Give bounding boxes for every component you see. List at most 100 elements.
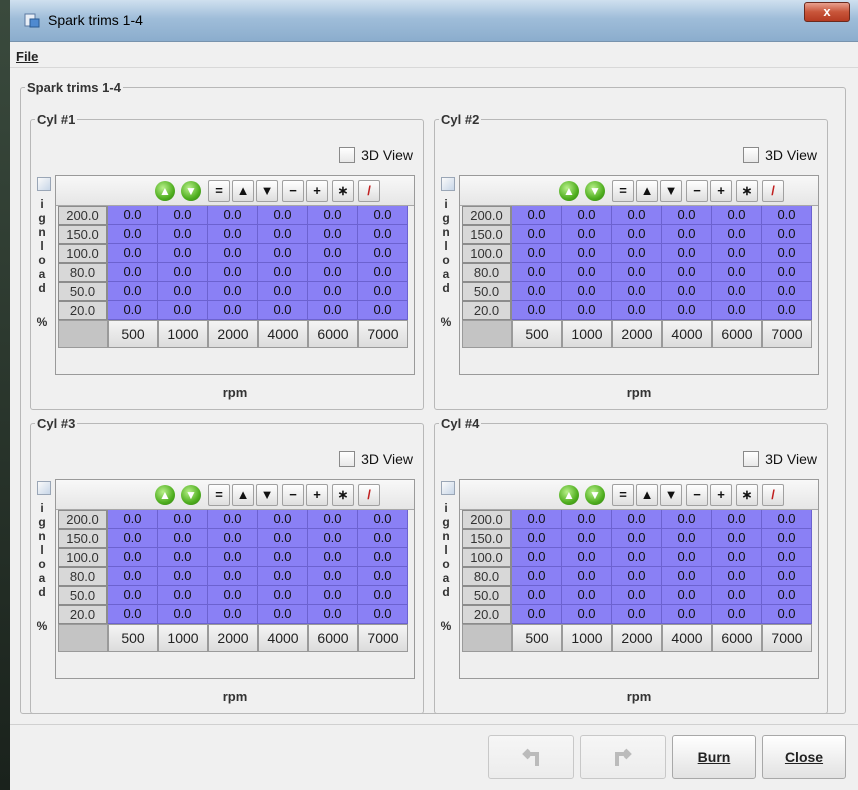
- table-cell[interactable]: 0.0: [762, 529, 812, 548]
- table-cell[interactable]: 0.0: [562, 301, 612, 320]
- table-cell[interactable]: 0.0: [158, 244, 208, 263]
- x-bin-label[interactable]: 6000: [712, 624, 762, 652]
- plus-icon[interactable]: +: [710, 180, 732, 202]
- table-cell[interactable]: 0.0: [562, 263, 612, 282]
- table-cell[interactable]: 0.0: [662, 225, 712, 244]
- table-cell[interactable]: 0.0: [662, 244, 712, 263]
- window-close-button[interactable]: x: [804, 2, 850, 22]
- pen-icon[interactable]: /: [762, 180, 784, 202]
- table-cell[interactable]: 0.0: [762, 510, 812, 529]
- table-cell[interactable]: 0.0: [308, 301, 358, 320]
- table-cell[interactable]: 0.0: [158, 510, 208, 529]
- table-cell[interactable]: 0.0: [562, 225, 612, 244]
- x-bin-label[interactable]: 2000: [208, 624, 258, 652]
- table-cell[interactable]: 0.0: [108, 605, 158, 624]
- table-cell[interactable]: 0.0: [712, 301, 762, 320]
- table-cell[interactable]: 0.0: [208, 244, 258, 263]
- multiply-icon[interactable]: ∗: [332, 484, 354, 506]
- table-cell[interactable]: 0.0: [108, 567, 158, 586]
- x-bin-label[interactable]: 2000: [612, 624, 662, 652]
- y-bin-label[interactable]: 80.0: [58, 567, 108, 586]
- checkbox-box[interactable]: [743, 451, 760, 467]
- table-cell[interactable]: 0.0: [712, 510, 762, 529]
- edit-notes-icon[interactable]: [37, 177, 51, 191]
- table-cell[interactable]: 0.0: [158, 225, 208, 244]
- table-cell[interactable]: 0.0: [512, 529, 562, 548]
- table-cell[interactable]: 0.0: [208, 529, 258, 548]
- y-bin-label[interactable]: 50.0: [58, 586, 108, 605]
- table-cell[interactable]: 0.0: [712, 206, 762, 225]
- equals-icon[interactable]: =: [208, 180, 230, 202]
- table-cell[interactable]: 0.0: [512, 586, 562, 605]
- y-bin-label[interactable]: 20.0: [58, 605, 108, 624]
- down-arrow-icon[interactable]: ▼: [660, 180, 682, 202]
- table-cell[interactable]: 0.0: [512, 605, 562, 624]
- table-cell[interactable]: 0.0: [158, 263, 208, 282]
- table-cell[interactable]: 0.0: [762, 263, 812, 282]
- table-cell[interactable]: 0.0: [612, 548, 662, 567]
- menu-file[interactable]: File: [16, 49, 38, 64]
- table-cell[interactable]: 0.0: [512, 282, 562, 301]
- table-cell[interactable]: 0.0: [562, 548, 612, 567]
- table-cell[interactable]: 0.0: [308, 225, 358, 244]
- table-cell[interactable]: 0.0: [662, 206, 712, 225]
- edit-notes-icon[interactable]: [441, 177, 455, 191]
- table-cell[interactable]: 0.0: [712, 548, 762, 567]
- table-cell[interactable]: 0.0: [512, 510, 562, 529]
- table-cell[interactable]: 0.0: [308, 244, 358, 263]
- x-bin-label[interactable]: 6000: [308, 624, 358, 652]
- table-cell[interactable]: 0.0: [108, 586, 158, 605]
- x-bin-label[interactable]: 4000: [258, 624, 308, 652]
- pen-icon[interactable]: /: [358, 484, 380, 506]
- table-cell[interactable]: 0.0: [762, 225, 812, 244]
- table-cell[interactable]: 0.0: [512, 206, 562, 225]
- table-cell[interactable]: 0.0: [612, 301, 662, 320]
- y-bin-label[interactable]: 150.0: [462, 225, 512, 244]
- minus-icon[interactable]: −: [282, 484, 304, 506]
- table-cell[interactable]: 0.0: [712, 605, 762, 624]
- decrease-icon[interactable]: ▼: [584, 484, 606, 506]
- table-cell[interactable]: 0.0: [358, 244, 408, 263]
- table-cell[interactable]: 0.0: [258, 244, 308, 263]
- table-cell[interactable]: 0.0: [562, 529, 612, 548]
- table-cell[interactable]: 0.0: [158, 567, 208, 586]
- x-bin-label[interactable]: 1000: [158, 624, 208, 652]
- x-bin-label[interactable]: 4000: [662, 624, 712, 652]
- table-cell[interactable]: 0.0: [512, 301, 562, 320]
- table-cell[interactable]: 0.0: [662, 586, 712, 605]
- table-cell[interactable]: 0.0: [562, 206, 612, 225]
- table-cell[interactable]: 0.0: [258, 225, 308, 244]
- table-cell[interactable]: 0.0: [762, 282, 812, 301]
- table-cell[interactable]: 0.0: [562, 605, 612, 624]
- table-cell[interactable]: 0.0: [662, 263, 712, 282]
- table-cell[interactable]: 0.0: [308, 510, 358, 529]
- table-cell[interactable]: 0.0: [612, 244, 662, 263]
- table-cell[interactable]: 0.0: [208, 263, 258, 282]
- table-cell[interactable]: 0.0: [712, 567, 762, 586]
- table-cell[interactable]: 0.0: [258, 510, 308, 529]
- table-cell[interactable]: 0.0: [258, 529, 308, 548]
- burn-button[interactable]: Burn: [672, 735, 756, 779]
- view3d-checkbox[interactable]: 3D View: [743, 147, 817, 163]
- x-bin-label[interactable]: 7000: [358, 624, 408, 652]
- y-bin-label[interactable]: 20.0: [462, 301, 512, 320]
- x-bin-label[interactable]: 7000: [762, 624, 812, 652]
- table-cell[interactable]: 0.0: [258, 301, 308, 320]
- down-arrow-icon[interactable]: ▼: [660, 484, 682, 506]
- y-bin-label[interactable]: 200.0: [462, 206, 512, 225]
- table-cell[interactable]: 0.0: [358, 282, 408, 301]
- table-cell[interactable]: 0.0: [308, 282, 358, 301]
- table-cell[interactable]: 0.0: [512, 567, 562, 586]
- table-cell[interactable]: 0.0: [662, 510, 712, 529]
- y-bin-label[interactable]: 150.0: [58, 225, 108, 244]
- view3d-checkbox[interactable]: 3D View: [339, 147, 413, 163]
- redo-button[interactable]: [580, 735, 666, 779]
- increase-icon[interactable]: ▲: [154, 484, 176, 506]
- table-cell[interactable]: 0.0: [258, 206, 308, 225]
- x-bin-label[interactable]: 6000: [308, 320, 358, 348]
- title-bar[interactable]: Spark trims 1-4 x: [10, 0, 858, 42]
- y-bin-label[interactable]: 100.0: [462, 548, 512, 567]
- table-cell[interactable]: 0.0: [612, 263, 662, 282]
- table-cell[interactable]: 0.0: [358, 586, 408, 605]
- increase-icon[interactable]: ▲: [558, 180, 580, 202]
